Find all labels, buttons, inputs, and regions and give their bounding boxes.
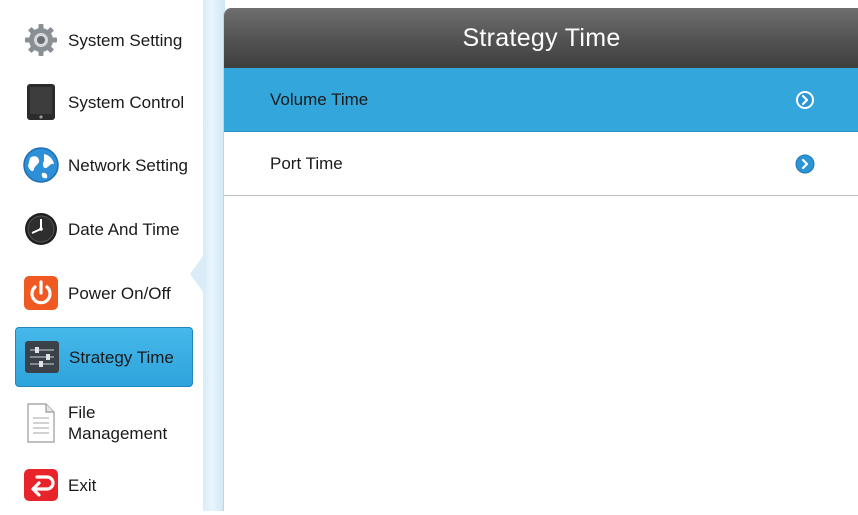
tablet-icon bbox=[22, 83, 60, 121]
option-label: Volume Time bbox=[270, 89, 369, 109]
selection-pointer bbox=[190, 252, 206, 296]
sidebar-menu: System Setting System Control Network Se… bbox=[0, 0, 203, 511]
document-icon bbox=[22, 403, 60, 443]
sliders-icon bbox=[23, 338, 61, 376]
sidebar-item-label: System Setting bbox=[68, 30, 183, 50]
sidebar-item-network-setting[interactable]: Network Setting bbox=[15, 135, 193, 195]
sidebar-item-system-setting[interactable]: System Setting bbox=[15, 10, 193, 70]
chevron-right-circle-icon bbox=[795, 154, 815, 174]
sidebar-divider bbox=[203, 0, 225, 511]
sidebar-item-exit[interactable]: Exit bbox=[15, 455, 193, 515]
sidebar-item-label: Network Setting bbox=[68, 155, 188, 175]
panel-title-bar: Strategy Time bbox=[224, 8, 858, 68]
option-volume-time[interactable]: Volume Time bbox=[224, 68, 858, 132]
clock-icon bbox=[22, 210, 60, 248]
gear-icon bbox=[22, 21, 60, 59]
sidebar-item-label: Exit bbox=[68, 475, 97, 495]
sidebar-item-file-management[interactable]: File Management bbox=[15, 393, 193, 453]
exit-icon bbox=[22, 466, 60, 504]
sidebar-item-label: System Control bbox=[68, 92, 185, 112]
strategy-time-panel: Strategy Time Volume Time Port Time bbox=[223, 8, 858, 511]
sidebar-item-label: Power On/Off bbox=[68, 283, 171, 303]
power-icon bbox=[22, 274, 60, 312]
option-label: Port Time bbox=[270, 153, 343, 173]
option-port-time[interactable]: Port Time bbox=[224, 132, 858, 196]
sidebar-item-date-and-time[interactable]: Date And Time bbox=[15, 199, 193, 259]
chevron-right-circle-icon bbox=[795, 90, 815, 110]
sidebar-item-label: File Management bbox=[68, 403, 168, 443]
sidebar-item-label: Date And Time bbox=[68, 219, 180, 239]
page-title: Strategy Time bbox=[462, 23, 621, 52]
sidebar-item-power-on-off[interactable]: Power On/Off bbox=[15, 263, 193, 323]
sidebar-item-strategy-time[interactable]: Strategy Time bbox=[15, 327, 193, 387]
sidebar-item-label: Strategy Time bbox=[69, 347, 174, 367]
sidebar-item-system-control[interactable]: System Control bbox=[15, 72, 193, 132]
globe-icon bbox=[22, 146, 60, 184]
